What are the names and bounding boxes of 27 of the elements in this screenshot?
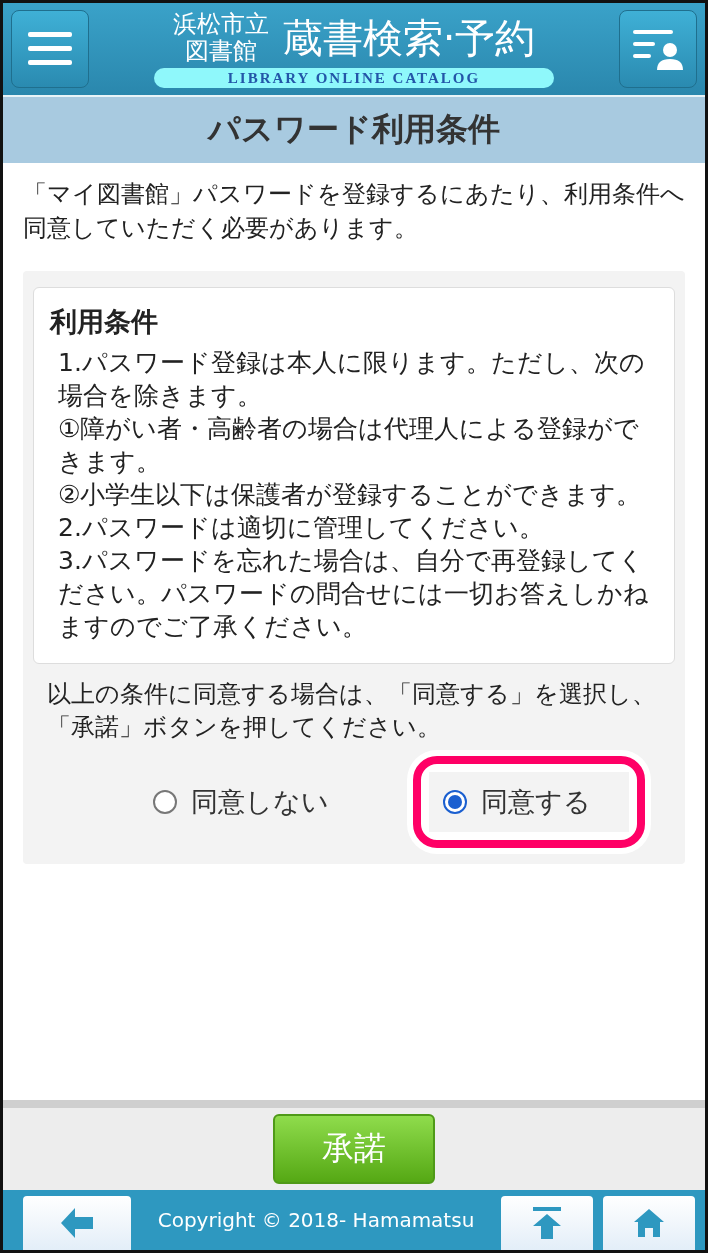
menu-icon [28, 32, 72, 66]
menu-button[interactable] [11, 10, 89, 88]
arrow-up-to-top-icon [533, 1207, 561, 1239]
arrow-left-icon [61, 1208, 93, 1238]
radio-option[interactable]: 同意する [429, 772, 629, 832]
home-button[interactable] [603, 1196, 695, 1250]
terms-text: ②小学生以下は保護者が登録することができます。 [57, 479, 643, 511]
terms-title: 利用条件 [50, 305, 159, 339]
logo-title: 蔵書検索·予約 [282, 13, 536, 63]
terms-text: 2.パスワードは適切に管理してください。 [57, 512, 545, 544]
intro-text: 「マイ図書館」パスワードを登録するにあたり、利用条件へ同意していただく必要があります。 [23, 179, 686, 244]
terms-text: ①障がい者・高齢者の場合は代理人による登録ができます。 [57, 413, 641, 478]
logo-subtitle: LIBRARY ONLINE CATALOG [154, 67, 554, 88]
page-title: パスワード利用条件 [208, 109, 500, 150]
copyright-text: Copyright © 2018- Hamamatsu [156, 1208, 476, 1232]
radio-button[interactable] [443, 790, 467, 814]
user-menu-button[interactable] [619, 10, 697, 88]
home-icon [634, 1209, 664, 1237]
page-top-button[interactable] [501, 1196, 593, 1250]
user-list-icon [633, 28, 683, 70]
terms-text: 1.パスワード登録は本人に限ります。ただし、次の場合を除きます。 [57, 347, 646, 412]
logo-text: 浜松市立 [172, 11, 269, 38]
back-button[interactable] [23, 1196, 131, 1250]
radio-button[interactable] [153, 790, 177, 814]
consent-text: 以上の条件に同意する場合は、「同意する」を選択し、「承諾」ボタンを押してください。 [47, 679, 657, 743]
terms-text: 3.パスワードを忘れた場合は、自分で再登録してください。パスワードの問合せには一切お答えしかねますのでご了承ください。 [57, 545, 650, 643]
logo-text: 図書館 [184, 38, 257, 65]
